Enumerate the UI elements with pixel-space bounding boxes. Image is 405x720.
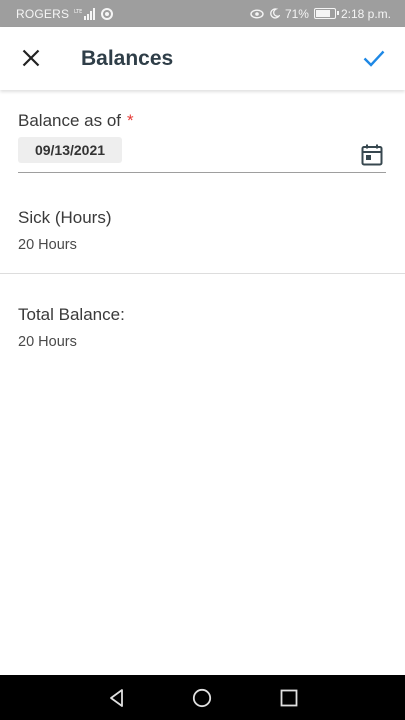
carrier-name: ROGERS (16, 6, 70, 21)
battery-icon (313, 8, 339, 19)
sync-icon (101, 7, 114, 20)
app-bar: Balances (0, 27, 405, 90)
close-button[interactable] (16, 43, 46, 73)
clock: 2:18 p.m. (340, 6, 391, 21)
total-balance-value: 20 Hours (18, 334, 77, 350)
svg-text:LTE: LTE (74, 9, 82, 15)
required-mark: * (127, 111, 134, 130)
signal-icon: LTE (74, 7, 96, 20)
battery-percent: 71% (284, 6, 309, 21)
balance-as-of-label: Balance as of * (18, 111, 134, 131)
calendar-icon[interactable] (360, 143, 384, 167)
eye-icon (250, 9, 264, 18)
recents-square-icon[interactable] (279, 688, 299, 708)
date-field-underline (18, 172, 386, 173)
balance-type-label: Sick (Hours) (18, 208, 112, 227)
balance-as-of-text: Balance as of (18, 111, 122, 130)
balance-type-value: 20 Hours (18, 237, 77, 253)
page-title: Balances (81, 47, 174, 70)
check-icon (363, 50, 385, 67)
section-divider (0, 273, 405, 274)
status-left: ROGERS LTE (16, 6, 114, 21)
close-icon (22, 49, 40, 67)
date-field[interactable]: 09/13/2021 (18, 137, 122, 163)
total-balance-label: Total Balance: (18, 305, 125, 324)
status-bar: ROGERS LTE 71% 2:18 p.m. (0, 0, 405, 27)
moon-icon (270, 8, 280, 19)
confirm-button[interactable] (359, 43, 389, 73)
status-right: 71% 2:18 p.m. (250, 7, 391, 21)
back-triangle-icon[interactable] (107, 688, 127, 708)
navigation-bar (0, 675, 405, 720)
home-circle-icon[interactable] (192, 688, 212, 708)
